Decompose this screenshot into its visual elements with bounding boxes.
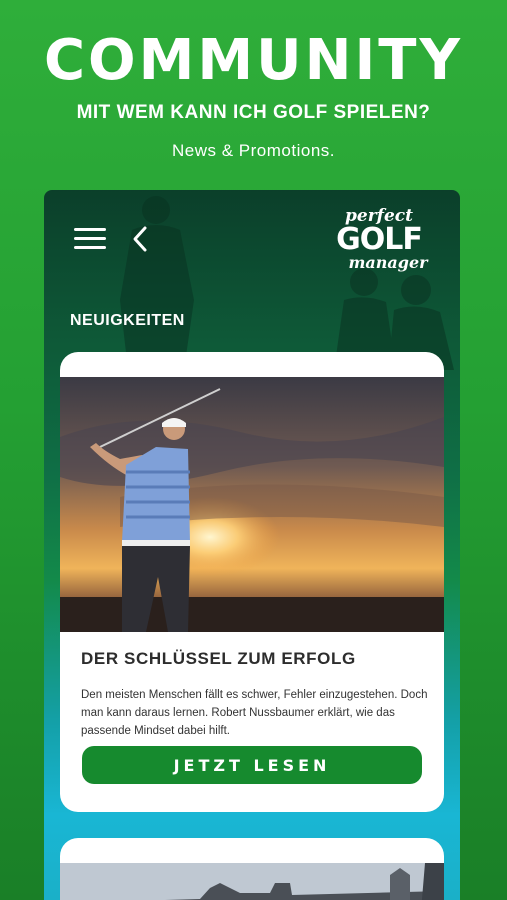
- read-now-button[interactable]: JETZT LESEN: [82, 746, 422, 784]
- article-title: DER SCHLÜSSEL ZUM ERFOLG: [81, 649, 356, 668]
- golfer-sunset-image: [60, 377, 444, 632]
- logo-line-3: manager: [348, 253, 428, 272]
- promo-tagline: News & Promotions.: [172, 141, 335, 160]
- promo-title: COMMUNITY: [43, 28, 464, 93]
- chevron-left-icon[interactable]: [130, 224, 150, 254]
- logo-line-2: GOLF: [336, 222, 423, 257]
- hamburger-menu-icon[interactable]: [74, 228, 106, 250]
- section-label-news: NEUIGKEITEN: [70, 312, 185, 329]
- news-card-next[interactable]: [60, 838, 444, 900]
- news-card[interactable]: DER SCHLÜSSEL ZUM ERFOLG Den meisten Men…: [60, 352, 444, 812]
- app-screen: perfect GOLF manager NEUIGKEITEN DER SCH…: [44, 190, 460, 900]
- promo-subtitle: MIT WEM KANN ICH GOLF SPIELEN?: [76, 102, 431, 123]
- perfect-golf-manager-logo: perfect GOLF manager: [324, 208, 434, 278]
- castle-image: [60, 863, 444, 900]
- article-teaser: Den meisten Menschen fällt es schwer, Fe…: [81, 689, 428, 737]
